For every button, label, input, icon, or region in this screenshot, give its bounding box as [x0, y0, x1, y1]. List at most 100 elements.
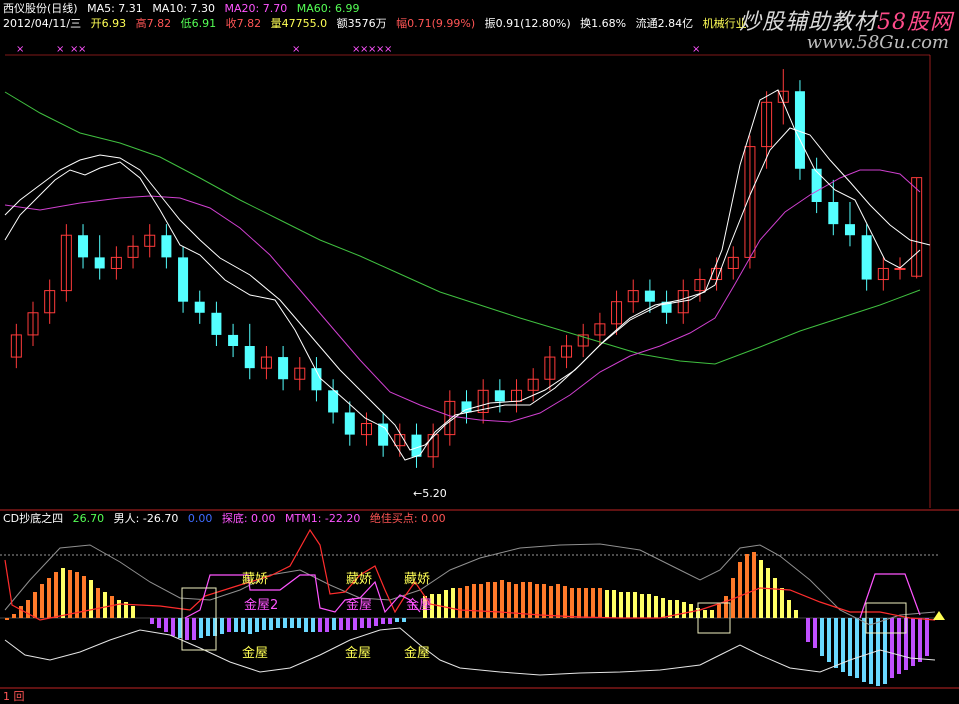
histogram-bar	[311, 618, 315, 632]
histogram-bar	[883, 618, 887, 684]
histogram-bar	[131, 606, 135, 618]
histogram-bar	[388, 618, 392, 624]
histogram-bar	[255, 618, 259, 632]
yellow-triangle	[933, 611, 945, 620]
indicator-red-line	[4, 528, 936, 621]
indicator-magenta-step	[184, 574, 421, 619]
indicator-v6: 绝佳买点: 0.00	[369, 512, 446, 525]
ma60-line	[4, 91, 921, 365]
candle-body	[278, 357, 289, 380]
signal-marker: ×	[16, 44, 24, 55]
histogram-bar	[269, 618, 273, 630]
histogram-bar	[157, 618, 161, 628]
indicator-v1: 26.70	[72, 512, 105, 525]
box-marker-3	[865, 602, 907, 634]
histogram-bar	[752, 552, 756, 618]
histogram-bar	[855, 618, 859, 678]
close-label: 收7.82	[225, 17, 262, 30]
histogram-bar	[192, 618, 196, 640]
histogram-bar	[869, 618, 873, 684]
signal-marker: ×	[56, 44, 64, 55]
low-price-label: ←5.20	[413, 487, 447, 500]
histogram-bar	[12, 614, 16, 618]
histogram-group	[5, 552, 929, 686]
histogram-bar	[682, 602, 686, 618]
histogram-bar	[472, 584, 476, 618]
histogram-bar	[668, 600, 672, 618]
candle-body	[78, 235, 89, 258]
indicator-magenta-right	[859, 573, 921, 619]
histogram-bar	[26, 600, 30, 618]
label-cangjiao-1: 藏娇	[242, 572, 269, 587]
histogram-bar	[297, 618, 301, 628]
histogram-bar	[61, 568, 65, 618]
candlestick-chart: × × × × × × × × × × ×	[4, 44, 931, 508]
histogram-bar	[598, 588, 602, 618]
histogram-bar	[164, 618, 168, 632]
histogram-bar	[276, 618, 280, 628]
histogram-bar	[794, 610, 798, 618]
label-jinwu-2: 金屋	[345, 646, 372, 661]
amount-label: 额3576万	[336, 17, 387, 30]
histogram-bar	[465, 586, 469, 618]
histogram-bar	[444, 590, 448, 618]
ma20-label: MA20: 7.70	[224, 2, 288, 15]
histogram-bar	[360, 618, 364, 628]
candle-body	[94, 257, 105, 269]
histogram-bar	[862, 618, 866, 682]
histogram-bar	[759, 560, 763, 618]
histogram-bar	[890, 618, 894, 678]
histogram-bar	[689, 604, 693, 618]
histogram-bar	[820, 618, 824, 656]
histogram-bar	[381, 618, 385, 624]
histogram-bar	[612, 590, 616, 618]
histogram-bar	[19, 606, 23, 618]
histogram-bar	[773, 578, 777, 618]
candles-group	[10, 69, 923, 468]
float-cap-label: 流通2.84亿	[635, 17, 694, 30]
candle-body	[844, 224, 855, 236]
histogram-bar	[876, 618, 880, 686]
histogram-bar	[911, 618, 915, 666]
histogram-bar	[103, 592, 107, 618]
open-label: 开6.93	[90, 17, 127, 30]
histogram-bar	[220, 618, 224, 634]
indicator-white-line	[4, 627, 936, 676]
box-marker-2	[697, 602, 731, 634]
histogram-bar	[96, 588, 100, 618]
histogram-bar	[918, 618, 922, 662]
histogram-bar	[647, 594, 651, 618]
histogram-bar	[675, 600, 679, 618]
histogram-bar	[486, 582, 490, 618]
histogram-bar	[738, 562, 742, 618]
histogram-bar	[458, 588, 462, 618]
histogram-bar	[500, 580, 504, 618]
histogram-bar	[724, 596, 728, 618]
histogram-bar	[367, 618, 371, 628]
candle-body	[644, 290, 655, 302]
histogram-bar	[206, 618, 210, 636]
histogram-bar	[827, 618, 831, 662]
histogram-bar	[904, 618, 908, 670]
candle-body	[828, 202, 839, 225]
indicator-name: CD抄底之四	[3, 512, 64, 525]
volume-label: 量47755.0	[270, 17, 328, 30]
candle-body	[228, 334, 239, 346]
histogram-bar	[68, 570, 72, 618]
candle-body	[161, 235, 172, 258]
header-row-1: 西仪股份(日线) MA5: 7.31 MA10: 7.30 MA20: 7.70…	[3, 2, 365, 16]
histogram-bar	[304, 618, 308, 632]
candle-body	[194, 301, 205, 313]
histogram-bar	[514, 584, 518, 618]
histogram-bar	[5, 618, 9, 620]
histogram-bar	[150, 618, 154, 624]
histogram-bar	[661, 598, 665, 618]
label-jinwu-a: 金屋	[346, 598, 373, 613]
candle-body	[211, 312, 222, 335]
histogram-bar	[591, 588, 595, 618]
histogram-bar	[626, 592, 630, 618]
indicator-v4: 探底: 0.00	[221, 512, 276, 525]
histogram-bar	[110, 596, 114, 618]
histogram-bar	[841, 618, 845, 672]
histogram-bar	[619, 592, 623, 618]
